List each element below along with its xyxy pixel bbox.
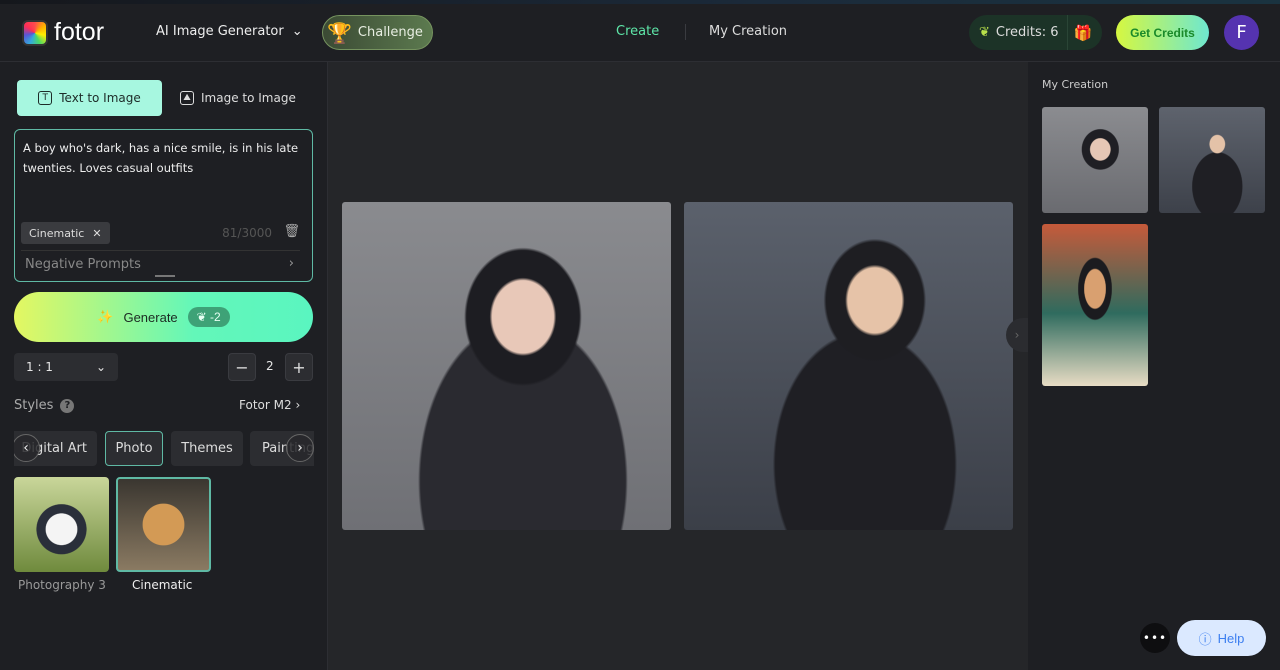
generate-label: Generate bbox=[123, 309, 178, 325]
model-label: Fotor M2 bbox=[239, 398, 292, 412]
magic-wand-icon: ✨ bbox=[97, 309, 114, 324]
aspect-ratio-select[interactable]: 1 : 1 ⌄ bbox=[14, 353, 118, 381]
style-chip: Cinematic ✕ bbox=[21, 222, 110, 244]
help-circle-icon: ⓘ bbox=[1198, 631, 1212, 647]
tab-image-to-image[interactable]: ⛰ Image to Image bbox=[180, 80, 296, 116]
category-themes[interactable]: Themes bbox=[171, 431, 243, 466]
leaf-icon: ❦ bbox=[979, 25, 990, 40]
tab-text-to-image[interactable]: T Text to Image bbox=[17, 80, 162, 116]
chevron-down-icon: ⌄ bbox=[291, 24, 303, 39]
get-credits-button[interactable]: Get Credits bbox=[1116, 15, 1209, 50]
right-panel: My Creation bbox=[1028, 62, 1280, 670]
style-preset-cinematic[interactable] bbox=[116, 477, 211, 572]
creation-thumbnail[interactable] bbox=[1159, 107, 1265, 213]
prompt-input[interactable] bbox=[23, 138, 303, 218]
increment-button[interactable]: + bbox=[285, 353, 313, 381]
creation-thumbnail[interactable] bbox=[1042, 224, 1148, 386]
generated-image-2[interactable] bbox=[684, 202, 1013, 530]
tab-divider bbox=[685, 24, 686, 40]
credit-cost-badge: ❦ -2 bbox=[187, 307, 230, 327]
text-icon: T bbox=[38, 91, 53, 105]
style-chip-label: Cinematic bbox=[29, 226, 85, 240]
scroll-right-button[interactable]: › bbox=[286, 434, 314, 462]
result-canvas bbox=[328, 62, 1028, 670]
product-menu[interactable]: AI Image Generator ⌄ bbox=[156, 24, 303, 39]
avatar[interactable]: F bbox=[1224, 15, 1259, 50]
credits-badge[interactable]: ❦ Credits: 6 🎁 bbox=[969, 15, 1102, 50]
trophy-icon: 🏆 bbox=[327, 20, 352, 45]
decrement-button[interactable]: − bbox=[228, 353, 256, 381]
resize-handle[interactable] bbox=[155, 275, 175, 277]
my-creation-title: My Creation bbox=[1042, 78, 1109, 91]
aspect-ratio-value: 1 : 1 bbox=[26, 360, 53, 374]
style-categories: Digital Art Photo Themes Painting ‹ › bbox=[14, 431, 314, 467]
styles-label: Styles ? bbox=[14, 398, 75, 413]
close-icon[interactable]: ✕ bbox=[92, 227, 101, 240]
image-count: 2 bbox=[266, 359, 274, 373]
product-menu-label: AI Image Generator bbox=[156, 24, 284, 39]
cost-value: -2 bbox=[210, 310, 221, 324]
more-options-button[interactable]: ••• bbox=[1140, 623, 1170, 653]
help-label: Help bbox=[1217, 630, 1245, 646]
generate-button[interactable]: ✨ Generate ❦ -2 bbox=[14, 292, 313, 342]
image-icon: ⛰ bbox=[180, 91, 194, 105]
prompt-box: Cinematic ✕ 81/3000 🗑 Negative Prompts › bbox=[14, 129, 313, 282]
category-photo[interactable]: Photo bbox=[105, 431, 163, 466]
chevron-right-icon[interactable]: › bbox=[289, 256, 294, 271]
chevron-right-icon: › bbox=[295, 398, 301, 412]
help-icon[interactable]: ? bbox=[60, 398, 75, 413]
credits-label: Credits: 6 bbox=[995, 25, 1059, 40]
creation-thumbnail[interactable] bbox=[1042, 107, 1148, 213]
tab-label: Image to Image bbox=[201, 91, 296, 105]
style-preset-photography-3[interactable] bbox=[14, 477, 109, 572]
style-preset-label: Photography 3 bbox=[18, 578, 106, 592]
logo-mark-icon bbox=[22, 19, 48, 46]
negative-prompts[interactable]: Negative Prompts bbox=[25, 257, 141, 272]
model-selector[interactable]: Fotor M2 › bbox=[239, 398, 300, 412]
challenge-button[interactable]: 🏆 Challenge bbox=[322, 15, 433, 50]
divider bbox=[21, 250, 300, 251]
fotor-logo[interactable]: fotor bbox=[22, 18, 104, 47]
left-panel: T Text to Image ⛰ Image to Image Cinemat… bbox=[0, 62, 328, 670]
challenge-label: Challenge bbox=[357, 25, 423, 40]
style-preset-label: Cinematic bbox=[132, 578, 193, 592]
gift-icon[interactable]: 🎁 bbox=[1074, 24, 1093, 42]
tab-label: Text to Image bbox=[59, 91, 141, 105]
chevron-down-icon: ⌄ bbox=[95, 360, 106, 374]
credits-divider bbox=[1066, 15, 1068, 50]
header: fotor AI Image Generator ⌄ 🏆 Challenge C… bbox=[0, 4, 1280, 62]
styles-text: Styles bbox=[14, 398, 54, 413]
help-button[interactable]: ⓘ Help bbox=[1177, 620, 1266, 656]
generated-image-1[interactable] bbox=[342, 202, 671, 530]
logo-text: fotor bbox=[54, 18, 105, 46]
trash-icon[interactable]: 🗑 bbox=[283, 224, 300, 239]
char-counter: 81/3000 bbox=[222, 226, 272, 240]
tab-create[interactable]: Create bbox=[616, 24, 659, 39]
tab-my-creation[interactable]: My Creation bbox=[709, 24, 787, 39]
